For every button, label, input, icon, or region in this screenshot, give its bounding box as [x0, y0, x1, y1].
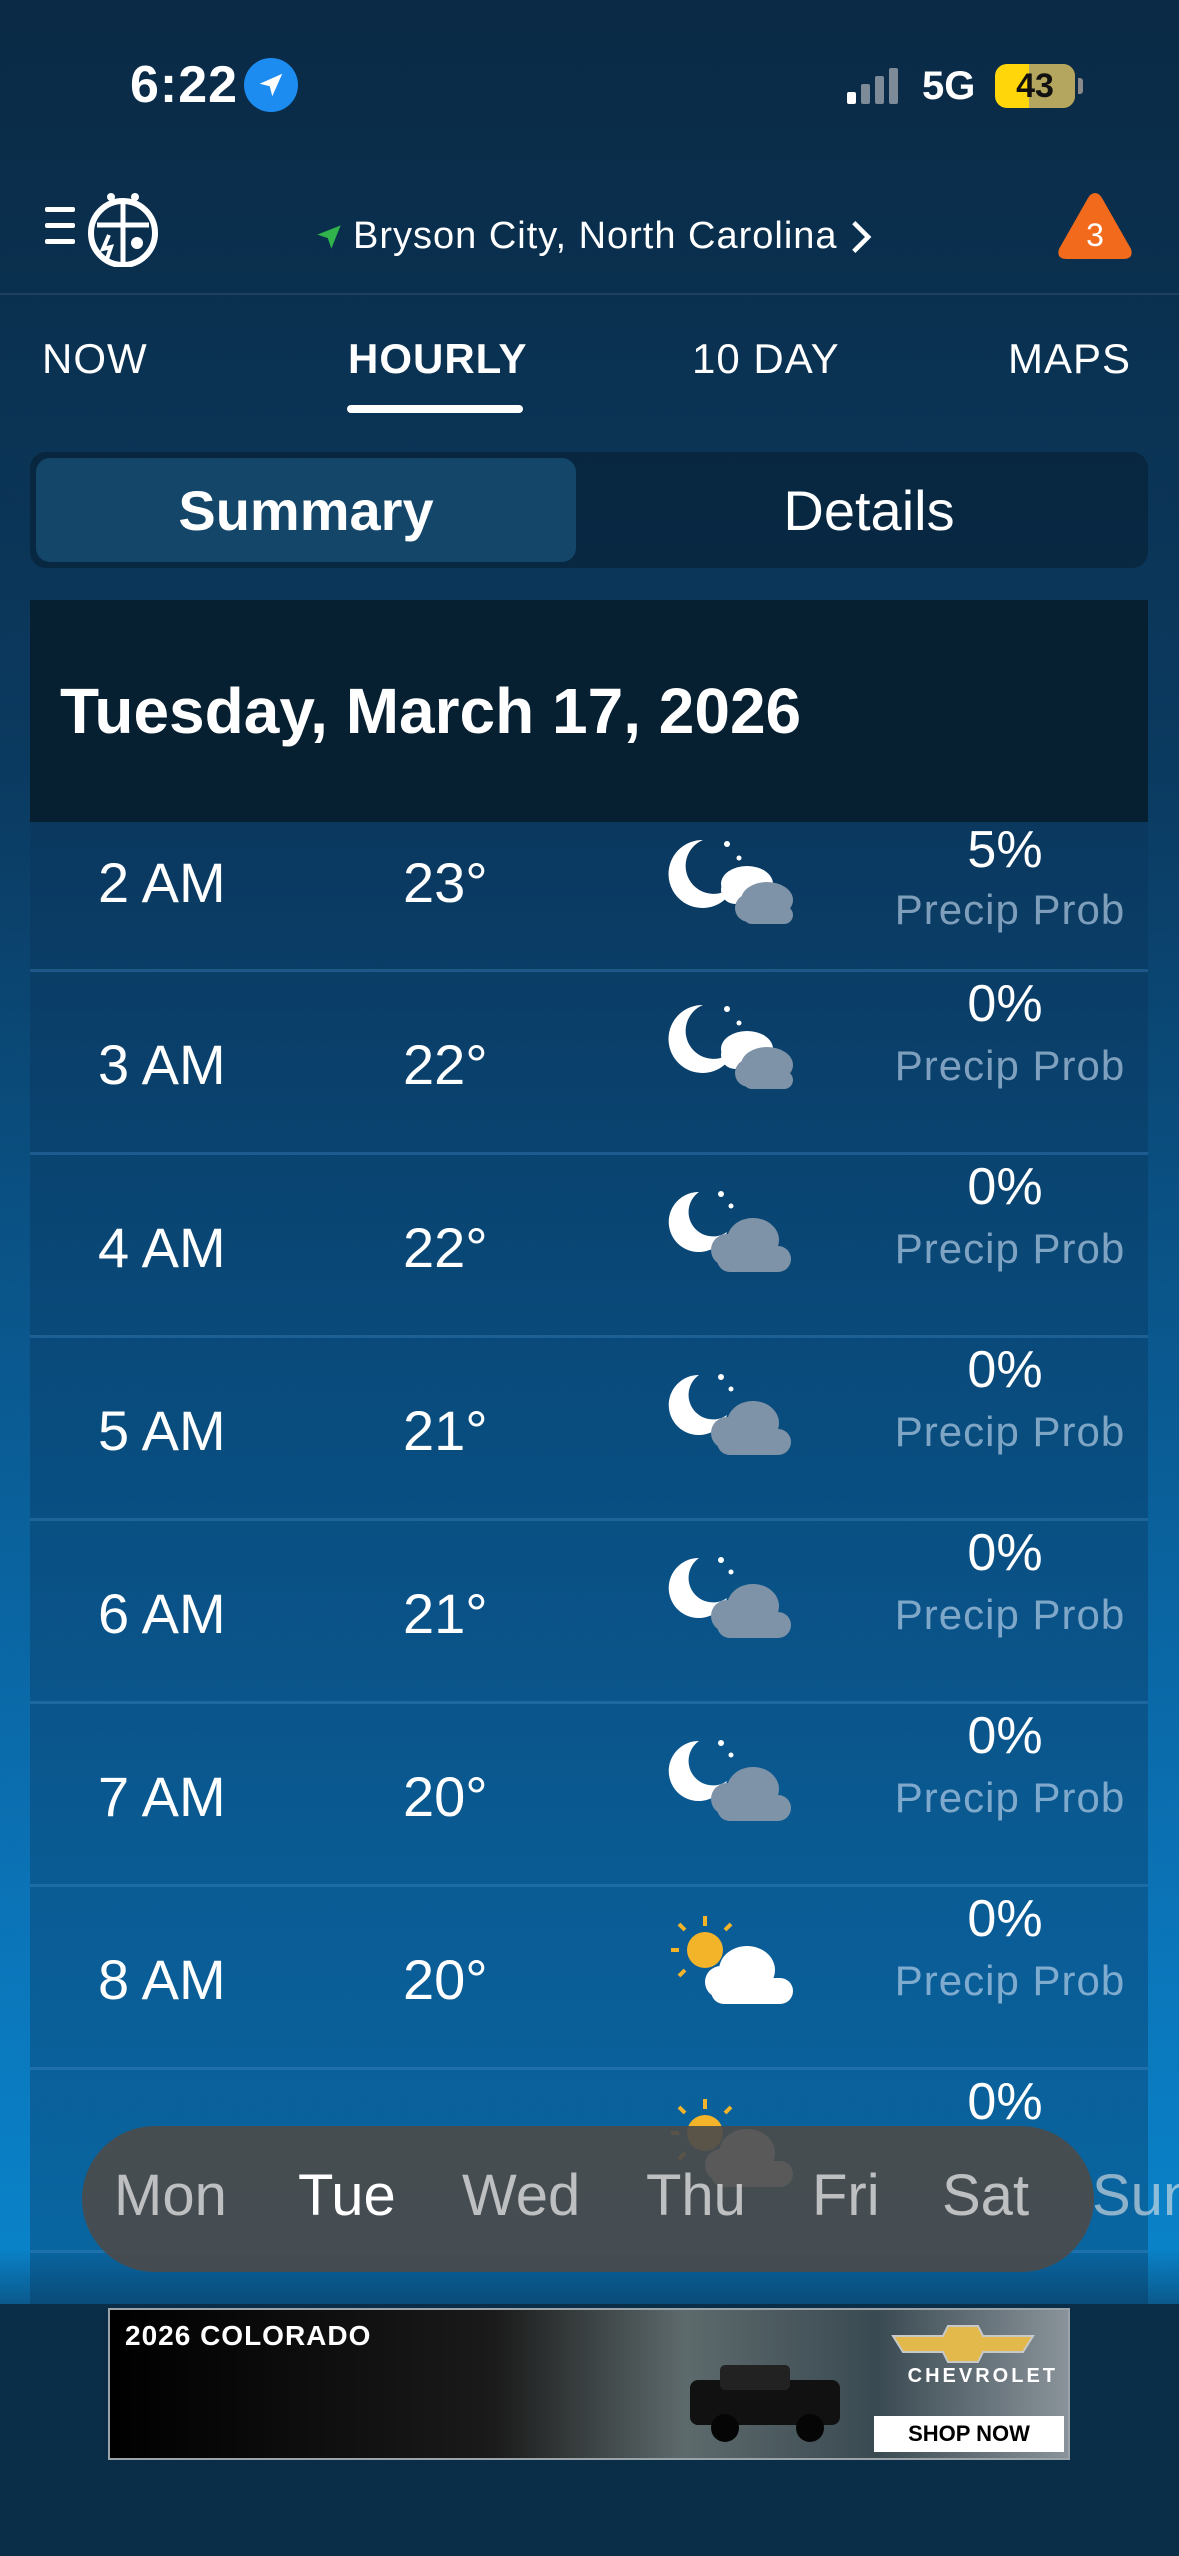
precip-label: Precip Prob [894, 1408, 1126, 1455]
day-thu[interactable]: Thu [646, 2162, 746, 2229]
alerts-button[interactable]: 3 [1055, 189, 1135, 263]
precip-value: 0% [967, 1890, 1043, 1948]
hour-time: 7 AM [98, 1765, 226, 1828]
hour-temp: 23° [403, 851, 488, 914]
hour-temp: 21° [403, 1399, 488, 1462]
main-tabs: NOW HOURLY 10 DAY MAPS [0, 300, 1179, 420]
precip-value: 0% [967, 2073, 1043, 2131]
hour-time: 2 AM [98, 851, 226, 914]
location-selector[interactable]: Bryson City, North Carolina [315, 215, 874, 258]
hourly-row[interactable]: 5 AM 21° 0% Precip Prob [30, 1338, 1148, 1521]
hour-temp: 22° [403, 1216, 488, 1279]
network-type: 5G [922, 64, 976, 108]
precip-value: 5% [967, 822, 1043, 879]
day-sun[interactable]: Sun [1092, 2162, 1179, 2229]
date-title: Tuesday, March 17, 2026 [60, 675, 802, 747]
day-tue[interactable]: Tue [298, 2162, 396, 2229]
hourly-row[interactable]: 7 AM 20° 0% Precip Prob [30, 1704, 1148, 1887]
alert-count: 3 [1086, 217, 1104, 253]
day-selector: Mon Tue Wed Thu Fri Sat [82, 2126, 1094, 2272]
date-header: Tuesday, March 17, 2026 [30, 600, 1148, 822]
battery-icon: 43 [995, 64, 1083, 108]
sun-cloud-icon [665, 1902, 795, 2012]
hourly-row[interactable]: 4 AM 22° 0% Precip Prob [30, 1155, 1148, 1338]
night-partly-cloudy-icon [665, 1353, 795, 1463]
hourly-row[interactable]: 2 AM 23° 5% Precip Prob [30, 822, 1148, 972]
night-cloudy-icon [665, 987, 795, 1097]
shop-now-button[interactable]: SHOP NOW [874, 2416, 1064, 2452]
summary-segment-button[interactable]: Summary [36, 458, 576, 562]
hour-time: 8 AM [98, 1948, 226, 2011]
precip-value: 0% [967, 1707, 1043, 1765]
gps-arrow-icon [317, 224, 341, 249]
hour-time: 3 AM [98, 1033, 226, 1096]
night-partly-cloudy-icon [665, 1536, 795, 1646]
menu-icon[interactable] [45, 187, 160, 267]
location-services-icon [244, 58, 298, 112]
truck-image [690, 2365, 840, 2442]
hour-temp: 22° [403, 1033, 488, 1096]
precip-value: 0% [967, 975, 1043, 1033]
hour-time: 6 AM [98, 1582, 226, 1645]
precip-label: Precip Prob [894, 886, 1126, 933]
hourly-row[interactable]: 6 AM 21° 0% Precip Prob [30, 1521, 1148, 1704]
app-header: Bryson City, North Carolina 3 [0, 175, 1179, 295]
night-partly-cloudy-icon [665, 1170, 795, 1280]
chevrolet-logo [891, 2325, 1035, 2363]
view-segment-control: Summary Details [30, 452, 1148, 568]
precip-label: Precip Prob [894, 1225, 1126, 1272]
hourly-row[interactable]: 8 AM 20° 0% Precip Prob [30, 1887, 1148, 2070]
day-fri[interactable]: Fri [812, 2162, 880, 2229]
hourly-list[interactable]: 2 AM 23° 5% Precip Prob 3 AM 22° 0% Prec… [30, 822, 1148, 2304]
precip-label: Precip Prob [894, 1774, 1126, 1821]
chevron-right-icon [851, 220, 871, 253]
hour-temp: 20° [403, 1948, 488, 2011]
hourly-row[interactable]: 3 AM 22° 0% Precip Prob [30, 972, 1148, 1155]
tab-maps[interactable]: MAPS [1008, 335, 1131, 383]
active-tab-indicator [347, 405, 523, 413]
tab-10-day[interactable]: 10 DAY [692, 335, 840, 383]
precip-value: 0% [967, 1524, 1043, 1582]
location-name: Bryson City, North Carolina [353, 215, 838, 257]
precip-value: 0% [967, 1341, 1043, 1399]
hour-time: 5 AM [98, 1399, 226, 1462]
precip-label: Precip Prob [894, 1042, 1126, 1089]
night-cloudy-icon [665, 822, 795, 932]
status-time: 6:22 [130, 56, 239, 114]
ad-banner[interactable]: 2026 COLORADO CHEVROLET SHOP NOW [108, 2308, 1070, 2460]
details-segment-button[interactable]: Details [590, 452, 1148, 568]
tab-now[interactable]: NOW [42, 335, 148, 383]
cellular-signal-icon [847, 68, 898, 104]
hour-time: 4 AM [98, 1216, 226, 1279]
tab-hourly[interactable]: HOURLY [348, 335, 527, 383]
precip-label: Precip Prob [894, 1957, 1126, 2004]
precip-value: 0% [967, 1158, 1043, 1216]
night-partly-cloudy-icon [665, 1719, 795, 1829]
ad-brand: CHEVROLET [907, 2365, 1058, 2387]
ad-title: 2026 COLORADO [125, 2320, 372, 2351]
hour-temp: 21° [403, 1582, 488, 1645]
day-wed[interactable]: Wed [462, 2162, 580, 2229]
precip-label: Precip Prob [894, 1591, 1126, 1638]
status-bar: 6:22 5G 43 [0, 0, 1179, 175]
day-sat[interactable]: Sat [942, 2162, 1029, 2229]
ad-area: 2026 COLORADO CHEVROLET SHOP NOW [0, 2304, 1179, 2556]
battery-level: 43 [1016, 66, 1054, 105]
hour-temp: 20° [403, 1765, 488, 1828]
day-mon[interactable]: Mon [114, 2162, 227, 2229]
